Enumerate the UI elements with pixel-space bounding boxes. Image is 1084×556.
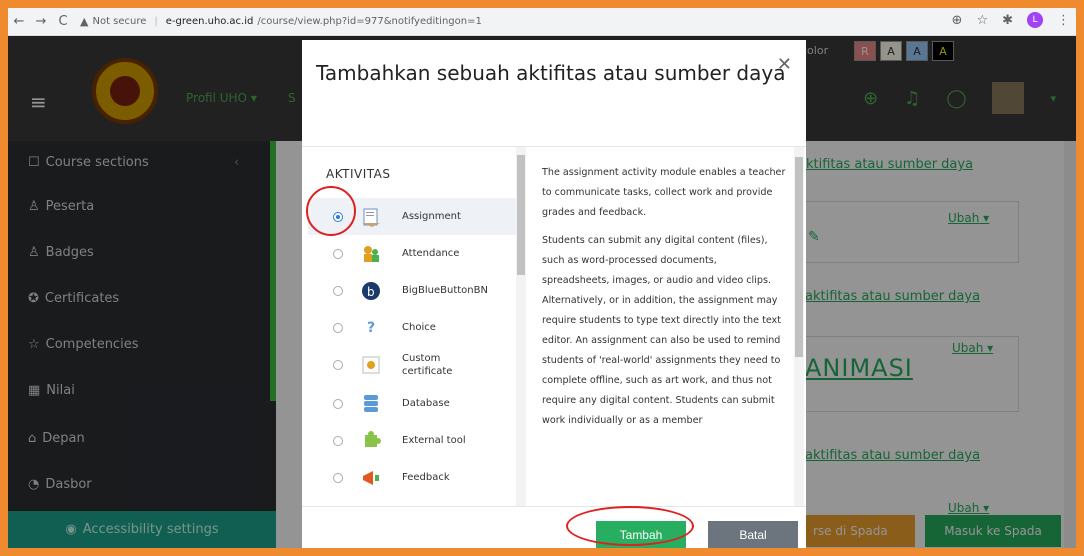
radio-choice[interactable] bbox=[333, 322, 343, 333]
radio-external-tool[interactable] bbox=[333, 435, 343, 446]
profile-avatar-icon[interactable]: L bbox=[1027, 12, 1043, 28]
screen-frame: ← → C ▲ Not secure | e-green.uho.ac.id/c… bbox=[8, 8, 1076, 548]
svg-text:b: b bbox=[367, 285, 375, 299]
option-choice[interactable]: ? Choice bbox=[308, 309, 520, 346]
assignment-icon bbox=[360, 206, 382, 228]
annotation-circle-radio bbox=[306, 186, 356, 236]
option-database[interactable]: Database bbox=[308, 385, 520, 422]
bigbluebutton-icon: b bbox=[360, 280, 382, 302]
forward-icon[interactable]: → bbox=[30, 14, 52, 29]
choice-icon: ? bbox=[366, 319, 376, 336]
radio-custom-certificate[interactable] bbox=[333, 359, 343, 370]
feedback-icon bbox=[360, 467, 382, 489]
radio-feedback[interactable] bbox=[333, 472, 343, 483]
option-custom-certificate[interactable]: Custom certificate bbox=[308, 346, 520, 383]
url-host: e-green.uho.ac.id bbox=[165, 16, 254, 27]
section-heading-aktivitas: AKTIVITAS bbox=[326, 167, 391, 181]
option-feedback[interactable]: Feedback bbox=[308, 459, 520, 496]
radio-bigbluebutton[interactable] bbox=[333, 285, 343, 296]
zoom-icon[interactable]: ⊕ bbox=[952, 13, 963, 28]
back-icon[interactable]: ← bbox=[8, 14, 30, 29]
description-paragraph-2: Students can submit any digital content … bbox=[542, 235, 781, 426]
browser-toolbar: ← → C ▲ Not secure | e-green.uho.ac.id/c… bbox=[8, 8, 1076, 36]
annotation-circle-tambah bbox=[566, 506, 694, 546]
browser-menu-icon[interactable]: ⋮ bbox=[1057, 13, 1070, 28]
certificate-icon bbox=[360, 354, 382, 376]
activity-list-scrollbar[interactable] bbox=[516, 147, 526, 507]
warning-icon: ▲ bbox=[80, 15, 89, 28]
radio-database[interactable] bbox=[333, 398, 343, 409]
external-tool-icon bbox=[360, 430, 382, 452]
option-external-tool[interactable]: External tool bbox=[308, 422, 520, 459]
activity-description: The assignment activity module enables a… bbox=[542, 163, 786, 439]
reload-icon[interactable]: C bbox=[52, 14, 74, 29]
address-bar[interactable]: ▲ Not secure | e-green.uho.ac.id/course/… bbox=[80, 15, 482, 28]
radio-attendance[interactable] bbox=[333, 248, 343, 259]
description-paragraph-1: The assignment activity module enables a… bbox=[542, 167, 786, 218]
modal-footer: Tambah Batal bbox=[302, 506, 806, 548]
security-status: Not secure bbox=[92, 16, 147, 27]
url-path: /course/view.php?id=977&notifyeditingon=… bbox=[257, 16, 482, 27]
modal-body: AKTIVITAS Assignment Attendance b BigBlu… bbox=[302, 146, 806, 507]
option-attendance[interactable]: Attendance bbox=[308, 235, 520, 272]
add-activity-modal: Tambahkan sebuah aktifitas atau sumber d… bbox=[302, 40, 806, 548]
extensions-icon[interactable]: ✱ bbox=[1002, 13, 1013, 28]
description-scrollbar[interactable] bbox=[794, 147, 804, 507]
batal-button[interactable]: Batal bbox=[708, 521, 798, 548]
close-icon[interactable]: ✕ bbox=[777, 54, 792, 75]
option-bigbluebutton[interactable]: b BigBlueButtonBN bbox=[308, 272, 520, 309]
attendance-icon bbox=[360, 243, 382, 265]
modal-title: Tambahkan sebuah aktifitas atau sumber d… bbox=[316, 61, 786, 85]
database-icon bbox=[360, 393, 382, 415]
bookmark-star-icon[interactable]: ☆ bbox=[976, 13, 988, 28]
